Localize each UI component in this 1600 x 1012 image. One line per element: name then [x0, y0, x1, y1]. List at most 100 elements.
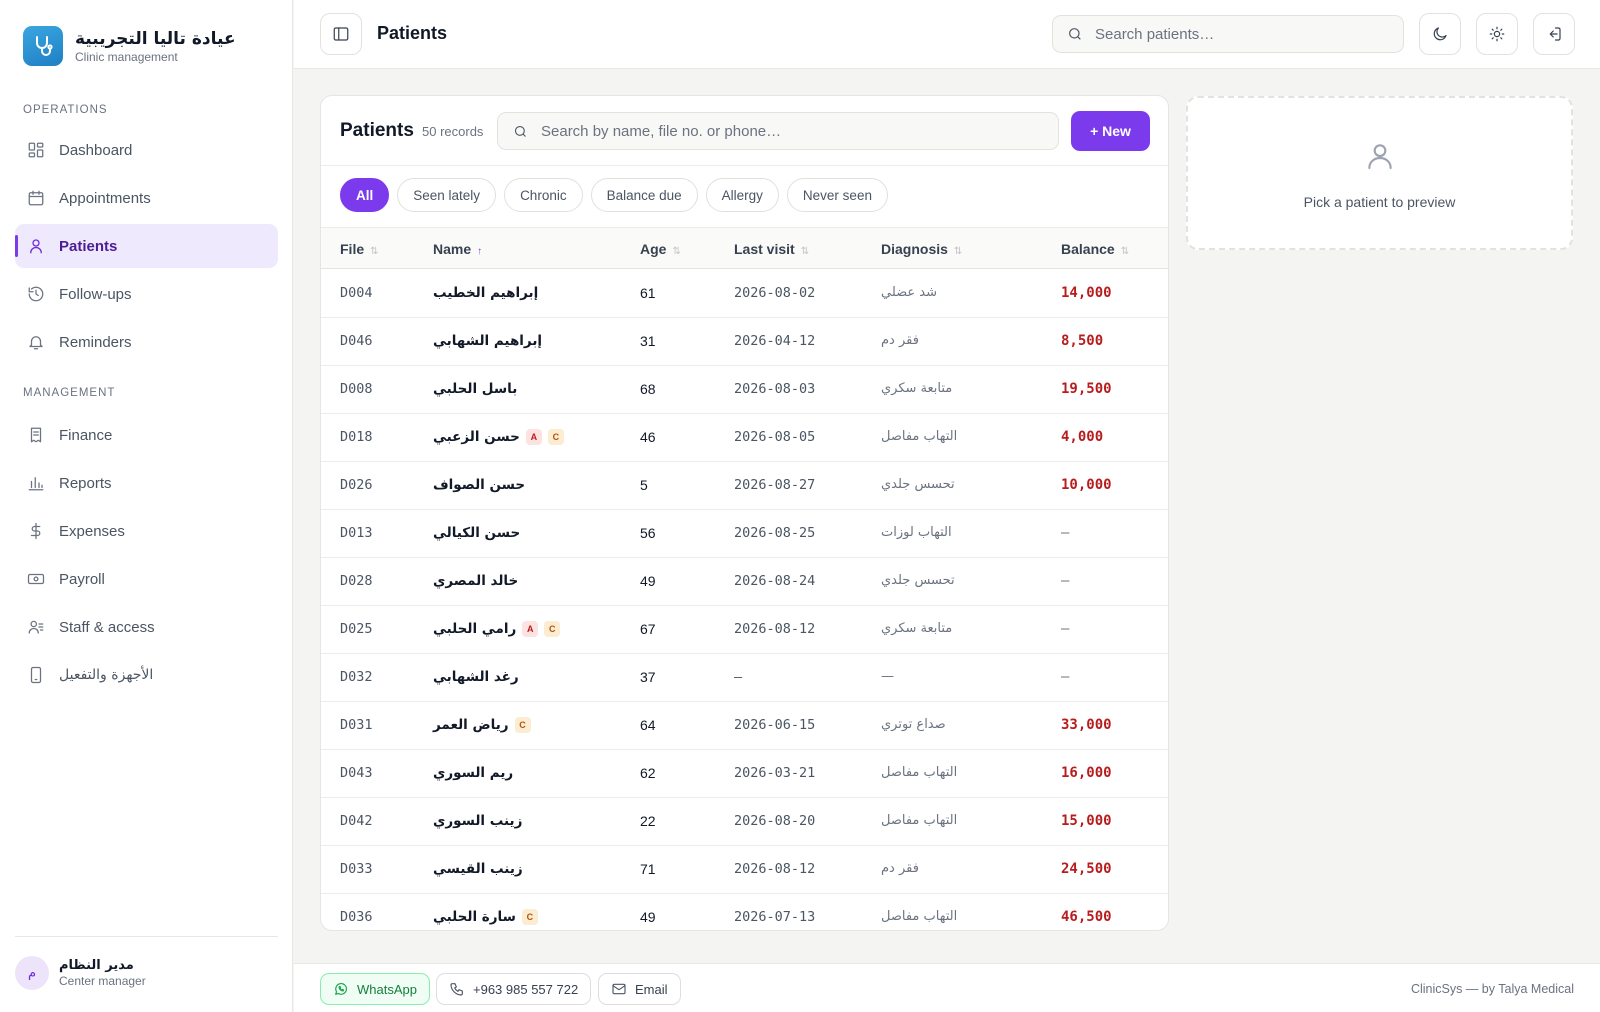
- table-row[interactable]: D008 باسل الحلبي 68 2026-08-03 متابعة سكري 19…: [321, 366, 1168, 414]
- cell-balance: 8,500: [1061, 333, 1104, 349]
- patient-search-input[interactable]: Search by name, file no. or phone…: [497, 112, 1059, 150]
- phone-button[interactable]: +963 985 557 722: [436, 973, 592, 1005]
- cell-balance: 16,000: [1061, 765, 1112, 781]
- cell-last-visit: 2026-08-02: [734, 285, 816, 301]
- cell-balance: –: [1061, 525, 1070, 541]
- cell-diagnosis: التهاب مفاصل: [881, 813, 958, 828]
- cell-name: باسل الحلبي: [433, 381, 517, 397]
- brand-subtitle: Clinic management: [75, 50, 178, 64]
- grid-icon: [28, 142, 44, 158]
- search-input[interactable]: Search patients…: [1052, 15, 1404, 53]
- table-row[interactable]: D018 حسن الزعبي A C 46 2026-08-05 التهاب مفاصل…: [321, 414, 1168, 462]
- cell-name: حسن الزعبي A C: [433, 429, 564, 445]
- operations-section-label: OPERATIONS: [23, 104, 108, 116]
- table-row[interactable]: D036 سارة الحلبي C 49 2026-07-13 التهاب مفاصل…: [321, 894, 1168, 930]
- phone-icon: [30, 666, 42, 684]
- patient-name: حسن الكيالي: [433, 525, 521, 541]
- table-row[interactable]: D031 رياض العمر C 64 2026-06-15 صداع توتري 33,…: [321, 702, 1168, 750]
- cell-age: 22: [640, 813, 656, 829]
- brand[interactable]: عيادة تاليا التجريبية Clinic management: [23, 26, 236, 66]
- logout-button[interactable]: [1533, 13, 1575, 55]
- cell-name: حسن الكيالي: [433, 525, 520, 541]
- cell-age: 62: [640, 765, 656, 781]
- stethoscope-icon: [23, 26, 63, 66]
- sidebar-item-appointments[interactable]: Appointments: [15, 176, 278, 220]
- cell-diagnosis: متابعة سكري: [881, 621, 953, 636]
- sidebar-item-devices-activation[interactable]: الأجهزة والتفعيل: [15, 653, 278, 697]
- phone-call-icon: [450, 983, 463, 996]
- table-row[interactable]: D043 ريم السوري 62 2026-03-21 التهاب مفاصل 16…: [321, 750, 1168, 798]
- filter-chip-all[interactable]: All: [340, 178, 390, 212]
- cell-file: D032: [340, 669, 373, 685]
- cell-file: D013: [340, 525, 373, 541]
- bell-icon: [29, 336, 43, 350]
- patient-name: رياض العمر: [433, 717, 509, 733]
- sort-icon: ⇅: [800, 246, 810, 257]
- filter-chip-seen-lately[interactable]: Seen lately: [397, 178, 497, 212]
- cell-file: D031: [340, 717, 373, 733]
- column-header-age[interactable]: Age ⇅: [640, 241, 681, 257]
- patient-name: رامي الحلبي: [433, 621, 517, 637]
- cell-diagnosis: فقر دم: [881, 861, 919, 876]
- filter-chip-balance-due[interactable]: Balance due: [590, 178, 698, 212]
- phone-label: +963 985 557 722: [473, 981, 579, 997]
- column-header-balance[interactable]: Balance ⇅: [1061, 241, 1129, 257]
- sidebar-item-patients[interactable]: Patients: [15, 224, 278, 268]
- cell-balance: –: [1061, 621, 1070, 637]
- search-icon: [1069, 28, 1081, 40]
- table-row[interactable]: D013 حسن الكيالي 56 2026-08-25 التهاب لوزات –: [321, 510, 1168, 558]
- chronic-badge: C: [514, 717, 531, 733]
- whatsapp-label: WhatsApp: [357, 981, 417, 997]
- sidebar-item-label: Reports: [59, 474, 112, 492]
- cell-file: D046: [340, 333, 373, 349]
- allergy-badge: A: [522, 621, 539, 637]
- light-mode-button[interactable]: [1476, 13, 1518, 55]
- sidebar-item-label: Expenses: [59, 522, 125, 540]
- user-name: مدير النظام: [59, 958, 134, 973]
- patient-name: إبراهيم الخطيب: [433, 285, 539, 301]
- sidebar-item-reports[interactable]: Reports: [15, 461, 278, 505]
- receipt-icon: [30, 427, 42, 443]
- cell-name: إبراهيم الخطيب: [433, 285, 538, 301]
- sidebar-item-follow-ups[interactable]: Follow-ups: [15, 272, 278, 316]
- table-row[interactable]: D032 رغد الشهابي 37 – — –: [321, 654, 1168, 702]
- whatsapp-button[interactable]: WhatsApp: [320, 973, 430, 1005]
- sidebar-item-staff-access[interactable]: Staff & access: [15, 605, 278, 649]
- sidebar-item-payroll[interactable]: Payroll: [15, 557, 278, 601]
- dark-mode-button[interactable]: [1419, 13, 1461, 55]
- column-header-file[interactable]: File ⇅: [340, 241, 379, 257]
- filter-chips: All Seen lately Chronic Balance due Alle…: [340, 178, 896, 212]
- table-row[interactable]: D042 زينب السوري 22 2026-08-20 التهاب مفاصل 1…: [321, 798, 1168, 846]
- table-row[interactable]: D046 إبراهيم الشهابي 31 2026-04-12 فقر دم 8,5…: [321, 318, 1168, 366]
- table-row[interactable]: D025 رامي الحلبي A C 67 2026-08-12 متابعة سكري…: [321, 606, 1168, 654]
- column-header-name[interactable]: Name ↑: [433, 241, 482, 257]
- table-row[interactable]: D033 زينب القيسي 71 2026-08-12 فقر دم 24,500: [321, 846, 1168, 894]
- mail-icon: [612, 983, 626, 995]
- sidebar-item-label: Payroll: [59, 570, 105, 588]
- cell-name: رياض العمر C: [433, 717, 531, 733]
- filter-chip-chronic[interactable]: Chronic: [504, 178, 583, 212]
- sidebar-item-dashboard[interactable]: Dashboard: [15, 128, 278, 172]
- cell-balance: –: [1061, 573, 1070, 589]
- column-header-last-visit[interactable]: Last visit ⇅: [734, 241, 809, 257]
- patient-name: ريم السوري: [433, 765, 514, 781]
- user-profile[interactable]: م مدير النظام Center manager: [15, 956, 146, 990]
- filter-chip-allergy[interactable]: Allergy: [705, 178, 779, 212]
- cell-file: D025: [340, 621, 373, 637]
- table-row[interactable]: D004 إبراهيم الخطيب 61 2026-08-02 شد عضلي 14,…: [321, 270, 1168, 318]
- column-header-diagnosis[interactable]: Diagnosis ⇅: [881, 241, 962, 257]
- cell-last-visit: 2026-08-12: [734, 621, 816, 637]
- table-row[interactable]: D026 حسن الصواف 5 2026-08-27 تحسس جلدي 10,000: [321, 462, 1168, 510]
- table-row[interactable]: D028 خالد المصري 49 2026-08-24 تحسس جلدي –: [321, 558, 1168, 606]
- search-placeholder: Search patients…: [1095, 25, 1215, 43]
- email-button[interactable]: Email: [598, 973, 681, 1005]
- toggle-sidebar-button[interactable]: [320, 13, 362, 55]
- sidebar-item-expenses[interactable]: Expenses: [15, 509, 278, 553]
- cell-name: رغد الشهابي: [433, 669, 519, 685]
- sidebar-item-reminders[interactable]: Reminders: [15, 320, 278, 364]
- footer: WhatsApp +963 985 557 722 Email ClinicSy…: [294, 963, 1600, 1012]
- filter-chip-never-seen[interactable]: Never seen: [786, 178, 888, 212]
- cell-file: D004: [340, 285, 373, 301]
- new-patient-button[interactable]: + New: [1071, 111, 1150, 151]
- sidebar-item-finance[interactable]: Finance: [15, 413, 278, 457]
